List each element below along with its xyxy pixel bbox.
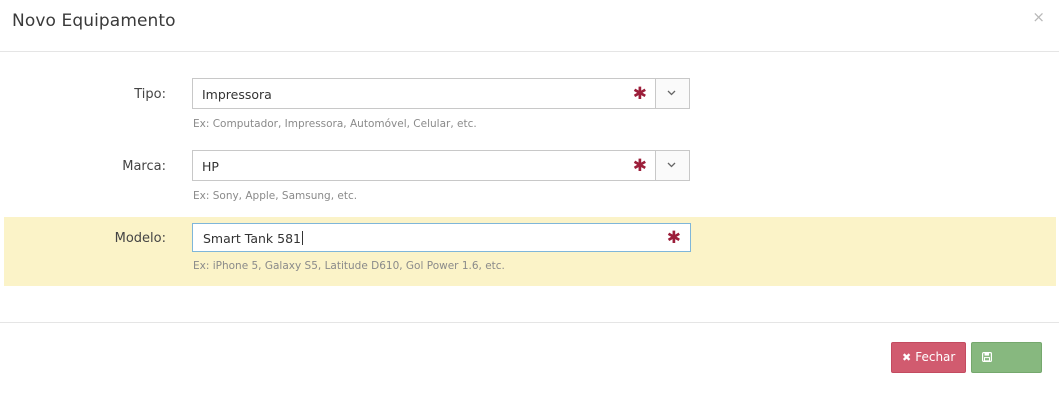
marca-help-text: Ex: Sony, Apple, Samsung, etc.	[193, 190, 358, 202]
fechar-button[interactable]: ✖ Fechar	[891, 342, 966, 373]
floppy-disk-icon	[982, 351, 993, 364]
times-icon: ✖	[902, 351, 912, 364]
close-icon[interactable]: ×	[1032, 10, 1045, 25]
tipo-label: Tipo:	[134, 87, 166, 102]
chevron-down-icon	[667, 162, 676, 168]
form-row-marca: Marca: HP ✱ Ex: Sony, Apple, Samsung, et…	[0, 150, 1059, 210]
required-icon: ✱	[632, 84, 647, 104]
tipo-dropdown-button[interactable]	[655, 79, 689, 108]
modelo-input[interactable]: Smart Tank 581 ✱	[192, 223, 691, 252]
modal-footer-divider	[0, 322, 1059, 323]
modal-title: Novo Equipamento	[12, 11, 176, 31]
modelo-value: Smart Tank 581	[203, 231, 304, 246]
salvar-label: Salvar	[982, 379, 1020, 393]
form-row-modelo: Modelo: Smart Tank 581 ✱ Ex: iPhone 5, G…	[4, 217, 1056, 286]
modelo-label: Modelo:	[114, 231, 166, 246]
modelo-help-text: Ex: iPhone 5, Galaxy S5, Latitude D610, …	[193, 260, 505, 272]
tipo-help-text: Ex: Computador, Impressora, Automóvel, C…	[193, 118, 477, 130]
salvar-button[interactable]: Salvar	[971, 342, 1042, 393]
form-row-tipo: Tipo: Impressora ✱ Ex: Computador, Impre…	[0, 78, 1059, 138]
marca-select[interactable]: HP ✱	[192, 150, 690, 181]
fechar-label: Fechar	[915, 350, 956, 364]
modelo-value-text: Smart Tank 581	[203, 231, 302, 246]
chevron-down-icon	[667, 90, 676, 96]
marca-dropdown-button[interactable]	[655, 151, 689, 180]
tipo-select[interactable]: Impressora ✱	[192, 78, 690, 109]
text-caret	[302, 231, 304, 245]
modal-header: Novo Equipamento ×	[0, 0, 1059, 52]
required-icon: ✱	[666, 228, 681, 248]
marca-label: Marca:	[122, 159, 166, 174]
marca-value: HP	[202, 159, 219, 174]
tipo-value: Impressora	[202, 87, 272, 102]
required-icon: ✱	[632, 156, 647, 176]
